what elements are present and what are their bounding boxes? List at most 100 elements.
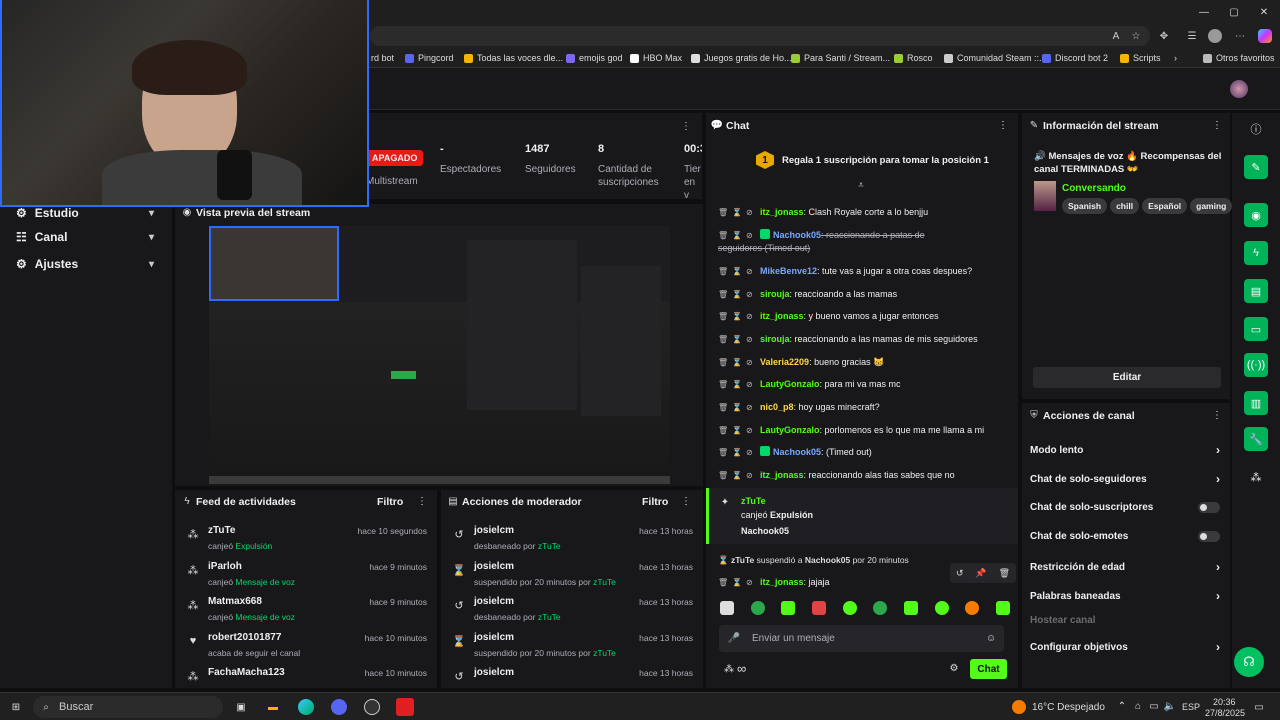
close-icon[interactable]: ✕ [1256, 4, 1272, 20]
chat-message[interactable]: 🗑 ⌛ ⊘ sirouja: reaccionando a las mamas de … [718, 333, 1010, 346]
favorites-icon[interactable]: ☰ [1184, 28, 1200, 44]
category-name[interactable]: Conversando [1062, 183, 1126, 194]
more-vertical-icon[interactable]: ⋮ [1212, 119, 1222, 131]
emote[interactable] [995, 601, 1010, 615]
microphone-icon[interactable]: 🎤 [727, 631, 741, 645]
ban-icon[interactable]: ⊘ [746, 446, 755, 459]
delete-icon[interactable]: 🗑 [999, 568, 1010, 579]
copilot-icon[interactable] [1258, 29, 1272, 43]
maximize-icon[interactable]: ▢ [1226, 4, 1242, 20]
edge-icon[interactable] [298, 699, 314, 715]
chat-input[interactable]: 🎤 Enviar un mensaje ☺ [719, 625, 1004, 652]
chat-settings-icon[interactable]: ⚙ [948, 662, 960, 674]
kick-logo-icon[interactable]: ⁂ [1244, 465, 1268, 489]
ban-icon[interactable]: ⊘ [746, 356, 755, 369]
chat-message[interactable]: 🗑 ⌛ ⊘ MikeBenve12: tute vas a jugar a otra … [718, 265, 1010, 278]
toggle-switch[interactable] [1198, 531, 1220, 542]
bookmark-item[interactable]: Discord bot 2 [1042, 48, 1108, 68]
delete-icon[interactable]: 🗑 [718, 576, 728, 589]
timeout-icon[interactable]: ⌛ [732, 356, 742, 369]
channel-action-item[interactable]: Restricción de edad › [1030, 560, 1220, 574]
feed-row[interactable]: ↺ josielcm desbaneado por zTuTe hace 13 hor… [441, 519, 703, 555]
send-chat-button[interactable]: Chat [970, 659, 1007, 679]
channel-action-item[interactable]: Palabras baneadas › [1030, 589, 1220, 603]
timeout-icon[interactable]: ⌛ [732, 229, 742, 242]
url-field[interactable] [370, 26, 1150, 46]
emote[interactable] [720, 601, 734, 615]
timeout-icon[interactable]: ⌛ [732, 288, 742, 301]
delete-icon[interactable]: 🗑 [718, 469, 728, 482]
ban-icon[interactable]: ⊘ [746, 401, 755, 414]
wrench-icon[interactable]: 🔧 [1244, 427, 1268, 451]
bookmark-item[interactable]: Todas las voces dle... [464, 48, 563, 68]
feed-user[interactable]: iParloh [208, 561, 242, 572]
feed-row[interactable]: ⌛ josielcm suspendido por 20 minutos por z… [441, 555, 703, 591]
delete-icon[interactable]: 🗑 [718, 446, 728, 459]
camera-icon[interactable]: ◉ [1244, 203, 1268, 227]
document-icon[interactable]: ▤ [1244, 279, 1268, 303]
pinned-gift-banner[interactable]: 1 Regala 1 suscripción para tomar la pos… [756, 151, 989, 169]
more-vertical-icon[interactable]: ⋮ [1212, 409, 1222, 421]
reply-icon[interactable]: ↺ [956, 568, 964, 579]
emote[interactable] [873, 601, 888, 615]
timeout-icon[interactable]: ⌛ [732, 378, 742, 391]
bookmark-item[interactable]: Para Santi / Stream... [791, 48, 890, 68]
chat-message[interactable]: 🗑 ⌛ ⊘ nic0_p8: hoy ugas minecraft? [718, 401, 1010, 414]
chat-bubble-icon[interactable]: ▭ [1244, 317, 1268, 341]
delete-icon[interactable]: 🗑 [718, 265, 728, 278]
bookmark-item[interactable]: Scripts [1120, 48, 1161, 68]
filter-button[interactable]: Filtro [642, 496, 668, 508]
channel-action-item[interactable]: Chat de solo-suscriptores [1030, 502, 1220, 513]
chat-message[interactable]: 🗑 ⌛ ⊘ sirouja: reaccioando a las mamas [718, 288, 1010, 301]
chevron-up-icon[interactable]: ⌃ [1116, 700, 1128, 712]
broadcast-icon[interactable]: ((·)) [1244, 353, 1268, 377]
emote[interactable] [965, 601, 980, 615]
feed-row[interactable]: ⁂ iParloh canjeó Mensaje de voz hace 9 minu… [175, 555, 437, 591]
timeout-icon[interactable]: ⌛ [732, 333, 742, 346]
ban-icon[interactable]: ⊘ [746, 576, 755, 589]
more-vertical-icon[interactable]: ⋮ [417, 495, 427, 507]
keyboard-language[interactable]: ESP [1182, 702, 1200, 712]
feed-row[interactable]: ⌛ josielcm suspendido por 20 minutos por z… [441, 626, 703, 662]
lightning-icon[interactable]: ϟ [1244, 241, 1268, 265]
ban-icon[interactable]: ⊘ [746, 310, 755, 323]
emote[interactable] [750, 601, 765, 615]
profile-avatar[interactable] [1208, 29, 1222, 43]
bookmark-item[interactable]: Juegos gratis de Ho... [691, 48, 792, 68]
extensions-icon[interactable]: ✥ [1156, 28, 1172, 44]
ban-icon[interactable]: ⊘ [746, 288, 755, 301]
feed-row[interactable]: ⁂ Matmax668 canjeó Mensaje de voz hace 9 mi… [175, 590, 437, 626]
chat-message[interactable]: 🗑 ⌛ ⊘ itz_jonass: y bueno vamos a jugar ent… [718, 310, 1010, 323]
feed-user[interactable]: josielcm [474, 667, 514, 678]
timeout-icon[interactable]: ⌛ [732, 424, 742, 437]
feed-row[interactable]: ⁂ zTuTe canjeó Expulsión hace 10 segundos [175, 519, 437, 555]
file-explorer-icon[interactable]: ▬ [265, 699, 281, 715]
bookmark-item[interactable]: HBO Max [630, 48, 682, 68]
chat-message[interactable]: 🗑 ⌛ ⊘ Valeria2209: bueno gracias 😸 [718, 356, 1010, 369]
timeout-icon[interactable]: ⌛ [732, 401, 742, 414]
clock-time[interactable]: 20:36 [1213, 697, 1236, 707]
more-vertical-icon[interactable]: ⋮ [681, 495, 691, 507]
feed-user[interactable]: josielcm [474, 525, 514, 536]
sidebar-item-estudio[interactable]: ⚙ Estudio ▾ [16, 206, 162, 220]
ban-icon[interactable]: ⊘ [746, 424, 755, 437]
filter-button[interactable]: Filtro [377, 496, 403, 508]
ban-icon[interactable]: ⊘ [746, 469, 755, 482]
pencil-icon[interactable]: ✎ [1244, 155, 1268, 179]
bookmark-item[interactable]: Comunidad Steam ::... [944, 48, 1047, 68]
tag-chip[interactable]: Spanish [1062, 198, 1108, 214]
chat-message[interactable]: 🗑 ⌛ ⊘ LautyGonzalo: porlomenos es lo que ma… [718, 424, 1010, 437]
battery-icon[interactable]: ▭ [1148, 700, 1160, 712]
bookmark-item[interactable]: Pingcord [405, 48, 454, 68]
delete-icon[interactable]: 🗑 [718, 310, 728, 323]
bookmark-item[interactable]: emojis god [566, 48, 623, 68]
timeout-icon[interactable]: ⌛ [732, 576, 742, 589]
delete-icon[interactable]: 🗑 [718, 401, 728, 414]
tag-chip[interactable]: gaming [1190, 198, 1233, 214]
ban-icon[interactable]: ⊘ [746, 378, 755, 391]
feed-user[interactable]: zTuTe [208, 525, 235, 536]
emote[interactable] [781, 601, 796, 615]
emote[interactable] [934, 601, 949, 615]
delete-icon[interactable]: 🗑 [718, 333, 728, 346]
tag-chip[interactable]: Español [1142, 198, 1188, 214]
